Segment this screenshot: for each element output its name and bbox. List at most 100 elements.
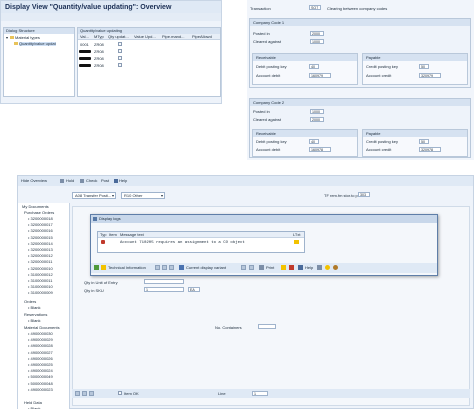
- tree-root-material-types[interactable]: Material types: [15, 36, 40, 40]
- col-header[interactable]: PipeAllowd: [192, 35, 212, 39]
- table-row[interactable]: ZR08: [78, 62, 220, 69]
- tree-item[interactable]: • 3100000010: [28, 285, 53, 289]
- debit-key-field[interactable]: 40: [309, 139, 319, 144]
- tree-item[interactable]: • 3200000015: [28, 235, 53, 240]
- qty-unit-entry-field[interactable]: [144, 279, 184, 284]
- tree-item[interactable]: • 4900000028: [28, 344, 53, 348]
- tree-item[interactable]: • 3100000009: [28, 291, 53, 295]
- tree-item[interactable]: • 4900000029: [28, 338, 53, 342]
- account-credit-field[interactable]: 320979: [419, 73, 441, 78]
- close-icon[interactable]: [289, 265, 294, 270]
- qty-update-checkbox[interactable]: [118, 42, 122, 46]
- col-header[interactable]: Qty updat...: [108, 35, 129, 39]
- expand-icon[interactable]: [75, 391, 80, 396]
- next-icon[interactable]: [317, 265, 322, 270]
- qty-update-checkbox[interactable]: [118, 56, 122, 60]
- help-button[interactable]: Help: [119, 179, 127, 183]
- tree-item[interactable]: • 4900000027: [28, 350, 53, 355]
- mail-icon[interactable]: [281, 265, 286, 270]
- layout-icon[interactable]: [241, 265, 246, 270]
- tree-item[interactable]: • 5000000048: [28, 381, 53, 386]
- tree-item[interactable]: • 4900000025: [28, 363, 53, 367]
- settings-icon[interactable]: [333, 265, 338, 270]
- tree-item[interactable]: • 3200000011: [28, 260, 52, 264]
- qty-sku-unit-field[interactable]: EA: [188, 287, 200, 292]
- tree-item[interactable]: • 3200000017: [28, 223, 53, 227]
- technical-info-button[interactable]: Technical Information: [108, 266, 146, 270]
- confirm-icon[interactable]: [94, 265, 99, 270]
- tree-item[interactable]: • 4900000026: [28, 356, 53, 361]
- tree-my-documents[interactable]: My Documents: [22, 205, 49, 209]
- info-icon[interactable]: [101, 265, 106, 270]
- export-icon[interactable]: [249, 265, 254, 270]
- col-header[interactable]: Pipe.mand...: [162, 35, 184, 39]
- print-icon[interactable]: [259, 265, 264, 270]
- tree-orders[interactable]: Orders: [24, 300, 36, 304]
- hold-button[interactable]: Hold: [66, 179, 74, 183]
- col-ltxt[interactable]: LTxt: [293, 233, 300, 237]
- help-button[interactable]: Help: [305, 266, 313, 270]
- hide-overview-button[interactable]: Hide Overview: [21, 179, 47, 183]
- tree-item[interactable]: • 3200000016: [28, 229, 53, 233]
- account-credit-field[interactable]: 320978: [419, 147, 441, 152]
- transaction-field[interactable]: SO7: [309, 5, 321, 10]
- table-row[interactable]: ZR08: [78, 48, 220, 55]
- no-containers-field[interactable]: [258, 324, 276, 329]
- sort-icon[interactable]: [162, 265, 167, 270]
- col-header[interactable]: Value Upd...: [134, 35, 156, 39]
- warning-icon[interactable]: [325, 265, 330, 270]
- item-ok-checkbox[interactable]: [118, 391, 122, 395]
- qty-sku-field[interactable]: 1: [144, 287, 184, 292]
- cleared-against-field[interactable]: 2000: [310, 117, 324, 122]
- tree-item[interactable]: • 3200000018: [28, 217, 53, 221]
- reason-select[interactable]: R10 Other ▾: [121, 192, 165, 199]
- posted-in-field[interactable]: 2000: [310, 31, 324, 36]
- sum-icon[interactable]: [169, 265, 174, 270]
- print-button[interactable]: Print: [266, 266, 274, 270]
- check-button[interactable]: Check: [86, 179, 97, 183]
- col-message[interactable]: Message text: [120, 233, 144, 237]
- tf-field[interactable]: 303: [358, 192, 370, 197]
- tree-item[interactable]: • 3200000014: [28, 241, 53, 246]
- tree-held-data[interactable]: Held Data: [24, 401, 42, 405]
- account-debit-field[interactable]: 160979: [309, 73, 331, 78]
- tree-item[interactable]: • 4900000024: [28, 369, 53, 373]
- posted-in-field[interactable]: 1000: [310, 109, 324, 114]
- collapse-icon[interactable]: [82, 391, 87, 396]
- tree-item[interactable]: • 3100000012: [28, 272, 53, 277]
- long-text-icon[interactable]: [294, 240, 299, 244]
- col-item[interactable]: Item: [109, 233, 117, 237]
- line-field[interactable]: 1: [252, 391, 268, 396]
- col-header[interactable]: Val...: [80, 35, 89, 39]
- tree-item[interactable]: • 3100000011: [28, 279, 52, 283]
- col-header[interactable]: MTyp: [94, 35, 104, 39]
- tree-item[interactable]: • 3200000013: [28, 248, 53, 252]
- table-row[interactable]: ZR08: [78, 55, 220, 62]
- tree-item[interactable]: • 3200000010: [28, 266, 53, 271]
- delete-icon[interactable]: [89, 391, 94, 396]
- variant-icon[interactable]: [179, 265, 184, 270]
- current-display-variant-button[interactable]: Current display variant: [186, 266, 226, 270]
- credit-key-field[interactable]: 50: [419, 139, 429, 144]
- tree-material-documents[interactable]: Material Documents: [24, 326, 60, 330]
- cleared-against-field[interactable]: 1000: [310, 39, 324, 44]
- tree-item[interactable]: • 4900000023: [28, 387, 53, 392]
- debit-key-field[interactable]: 40: [309, 64, 319, 69]
- tree-item[interactable]: • Blank: [28, 319, 41, 323]
- tree-purchase-orders[interactable]: Purchase Orders: [24, 211, 54, 215]
- tree-child-quantity-value[interactable]: Quantity/value updat: [19, 42, 56, 46]
- filter-icon[interactable]: [155, 265, 160, 270]
- tree-item[interactable]: • 5000000049: [28, 375, 53, 379]
- qty-update-checkbox[interactable]: [118, 49, 122, 53]
- tree-root-expand-icon[interactable]: ▾: [6, 36, 8, 40]
- tree-reservations[interactable]: Reservations: [24, 313, 47, 317]
- col-typ[interactable]: Typ: [100, 233, 106, 237]
- transfer-posting-select[interactable]: A08 Transfer Posti... ▾: [72, 192, 116, 199]
- table-row[interactable]: 0001 ZR08: [78, 41, 220, 48]
- log-row[interactable]: Account 710205 requires an assignment to…: [98, 239, 304, 246]
- post-button[interactable]: Post: [101, 179, 109, 183]
- tree-item[interactable]: • 3200000012: [28, 254, 53, 258]
- tree-item[interactable]: • Blank: [28, 306, 41, 310]
- credit-key-field[interactable]: 50: [419, 64, 429, 69]
- help-icon[interactable]: [298, 265, 303, 270]
